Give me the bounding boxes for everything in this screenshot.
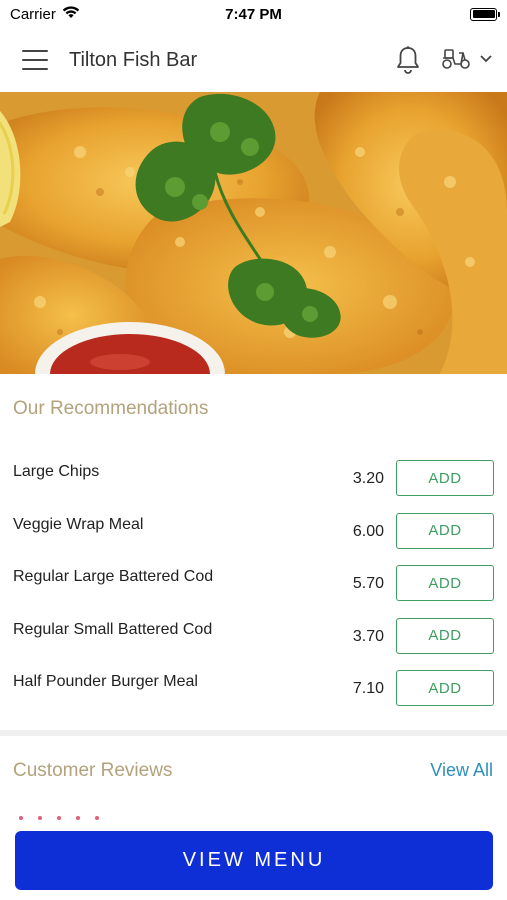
list-item: Large Chips 3.20 ADD: [0, 460, 507, 513]
item-price: 5.70: [352, 575, 384, 592]
add-button[interactable]: ADD: [396, 565, 494, 601]
item-price: 3.20: [352, 470, 384, 487]
list-item: Half Pounder Burger Meal 7.10 ADD: [0, 670, 507, 723]
item-price: 7.10: [352, 680, 384, 697]
item-name: Veggie Wrap Meal: [13, 515, 144, 533]
list-item: Regular Small Battered Cod 3.70 ADD: [0, 617, 507, 671]
carrier-label: Carrier: [10, 5, 56, 23]
delivery-mode-selector[interactable]: [441, 46, 493, 75]
list-item: Regular Large Battered Cod 5.70 ADD: [0, 565, 507, 618]
add-button[interactable]: ADD: [396, 670, 494, 706]
status-left: Carrier: [10, 5, 80, 23]
add-button[interactable]: ADD: [396, 512, 494, 549]
wifi-icon: [62, 5, 80, 23]
recommendations-section: Our Recommendations Large Chips 3.20 ADD…: [0, 374, 507, 730]
view-menu-button[interactable]: VIEW MENU: [15, 831, 493, 890]
bell-icon[interactable]: [393, 45, 423, 75]
list-item: Veggie Wrap Meal 6.00 ADD: [0, 512, 507, 566]
item-name: Regular Large Battered Cod: [13, 568, 214, 585]
status-bar: Carrier 7:47 PM: [0, 0, 507, 28]
item-price: 3.70: [352, 627, 384, 645]
recommendation-list: Large Chips 3.20 ADD Veggie Wrap Meal 6.…: [0, 460, 507, 723]
item-name: Regular Small Battered Cod: [13, 620, 213, 638]
hamburger-menu-icon[interactable]: [22, 50, 48, 70]
hero-food-image: [0, 92, 507, 374]
item-name: Half Pounder Burger Meal: [13, 673, 198, 690]
add-button[interactable]: ADD: [396, 617, 494, 654]
item-price: 6.00: [352, 522, 384, 540]
recommendations-title: Our Recommendations: [13, 398, 209, 419]
app-header: Tilton Fish Bar: [0, 28, 507, 92]
rating-stars-icon: [19, 816, 99, 820]
view-all-link[interactable]: View All: [430, 760, 493, 781]
chevron-down-icon: [479, 51, 493, 69]
page-title: Tilton Fish Bar: [69, 48, 198, 71]
battery-icon: [470, 7, 500, 21]
add-button[interactable]: ADD: [396, 460, 494, 496]
scooter-icon: [441, 46, 471, 75]
item-name: Large Chips: [13, 463, 100, 480]
reviews-title: Customer Reviews: [13, 760, 173, 781]
